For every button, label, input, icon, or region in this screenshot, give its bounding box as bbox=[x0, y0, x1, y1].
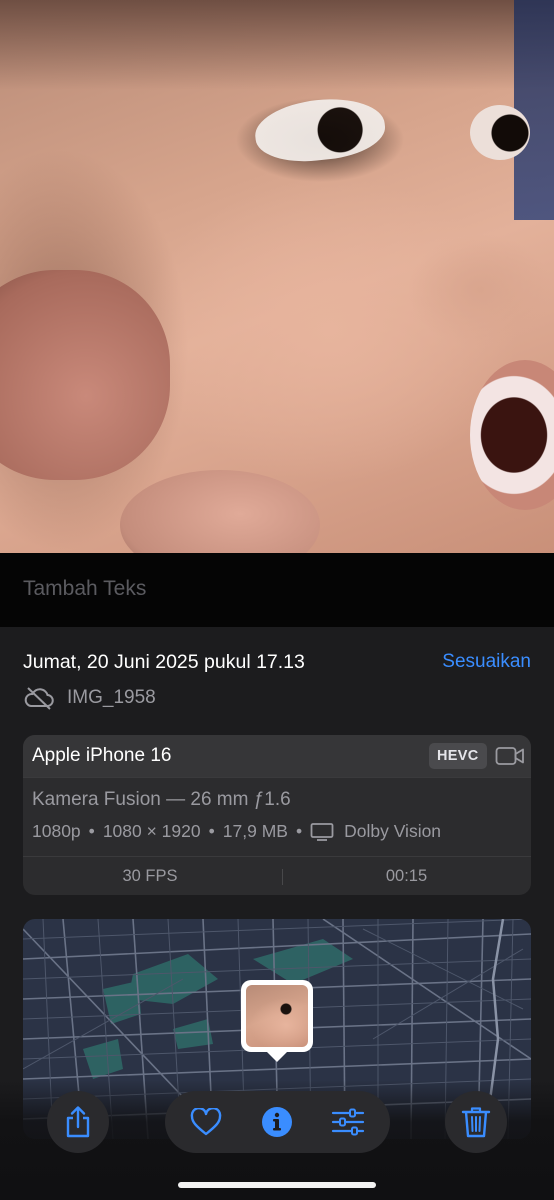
card-footer: 30 FPS 00:15 bbox=[23, 856, 531, 895]
separator-dot: • bbox=[208, 821, 215, 841]
cloud-off-icon bbox=[24, 687, 54, 710]
file-size: 17,9 MB bbox=[222, 821, 288, 841]
separator-dot: • bbox=[88, 821, 95, 841]
photo-content bbox=[120, 470, 320, 553]
info-icon bbox=[262, 1107, 292, 1137]
camera-info-card: Apple iPhone 16 HEVC Kamera Fusion — 26 … bbox=[23, 735, 531, 895]
adjust-sliders-icon bbox=[331, 1108, 365, 1136]
resolution: 1080p bbox=[32, 821, 81, 841]
separator-dot: • bbox=[295, 821, 303, 841]
delete-button[interactable] bbox=[445, 1091, 507, 1153]
specs-row: 1080p • 1080 × 1920 • 17,9 MB • Dolby Vi… bbox=[32, 821, 441, 842]
video-camera-icon bbox=[495, 747, 524, 765]
info-button[interactable] bbox=[246, 1091, 308, 1153]
share-button[interactable] bbox=[47, 1091, 109, 1153]
trash-icon bbox=[461, 1107, 491, 1138]
display-icon bbox=[310, 822, 334, 841]
dimensions: 1080 × 1920 bbox=[102, 821, 201, 841]
caption-field[interactable]: Tambah Teks bbox=[0, 553, 554, 627]
frame-rate: 30 FPS bbox=[122, 867, 178, 885]
pin-pointer bbox=[266, 1051, 288, 1062]
date-time-label: Jumat, 20 Juni 2025 pukul 17.13 bbox=[23, 651, 305, 673]
map-photo-pin[interactable] bbox=[241, 980, 313, 1052]
duration: 00:15 bbox=[385, 867, 428, 885]
file-name: IMG_1958 bbox=[67, 687, 156, 708]
share-icon bbox=[66, 1106, 90, 1138]
adjust-date-button[interactable]: Sesuaikan bbox=[442, 651, 531, 673]
photo-content bbox=[470, 105, 530, 160]
favorite-button[interactable] bbox=[175, 1091, 237, 1153]
file-row: IMG_1958 bbox=[23, 684, 156, 712]
photo-viewer[interactable] bbox=[0, 0, 554, 553]
edit-button[interactable] bbox=[317, 1091, 379, 1153]
caption-placeholder[interactable]: Tambah Teks bbox=[23, 577, 146, 600]
toolbar-actions bbox=[165, 1091, 390, 1153]
date-row: Jumat, 20 Juni 2025 pukul 17.13 Sesuaika… bbox=[23, 651, 531, 679]
photo-content bbox=[0, 270, 170, 480]
photo-content bbox=[514, 0, 554, 220]
photo-content bbox=[252, 93, 388, 167]
device-name: Apple iPhone 16 bbox=[32, 745, 172, 766]
lens-info: Kamera Fusion — 26 mm ƒ1.6 bbox=[32, 789, 291, 810]
home-indicator[interactable] bbox=[178, 1182, 376, 1188]
photo-thumbnail bbox=[246, 985, 308, 1047]
hdr-format: Dolby Vision bbox=[344, 821, 442, 841]
photo-content bbox=[0, 0, 554, 90]
format-badge: HEVC bbox=[429, 743, 487, 769]
card-header: Apple iPhone 16 HEVC bbox=[23, 735, 531, 778]
heart-icon bbox=[190, 1108, 222, 1136]
photo-content bbox=[470, 360, 554, 510]
